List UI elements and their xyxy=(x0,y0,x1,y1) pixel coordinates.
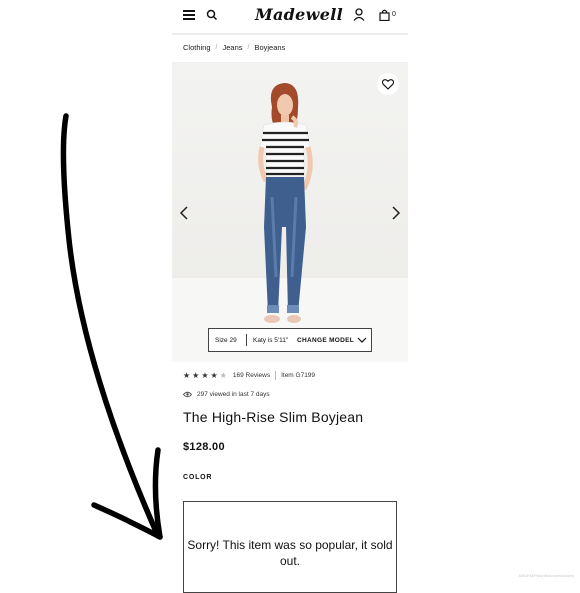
previous-image-icon[interactable] xyxy=(178,205,190,221)
model-size: Size 29 xyxy=(215,336,237,344)
breadcrumb-separator: / xyxy=(215,44,218,51)
change-model-selector[interactable]: Size 29 Katy is 5'11" CHANGE MODEL xyxy=(208,328,372,352)
star-filled-icon: ★ xyxy=(183,370,191,380)
bag-count: 0 xyxy=(392,11,396,18)
star-empty-icon: ★ xyxy=(219,370,227,380)
review-count[interactable]: 169 Reviews xyxy=(233,372,270,379)
viewed-count: 297 viewed in last 7 days xyxy=(197,391,270,398)
color-label: COLOR xyxy=(183,474,213,481)
viewed-count-row: 297 viewed in last 7 days xyxy=(183,391,270,398)
product-image-gallery[interactable]: Size 29 Katy is 5'11" CHANGE MODEL xyxy=(172,63,408,362)
wishlist-heart-icon[interactable] xyxy=(377,73,399,95)
model-photo xyxy=(258,83,313,323)
next-image-icon[interactable] xyxy=(390,205,402,221)
rating-row: ★ ★ ★ ★ ★ 169 Reviews Item G7199 xyxy=(183,371,315,380)
star-rating[interactable]: ★ ★ ★ ★ ★ xyxy=(183,370,227,380)
breadcrumb-separator: / xyxy=(247,44,250,51)
change-model-label[interactable]: CHANGE MODEL xyxy=(297,337,357,344)
top-navigation-bar: Madewell 0 xyxy=(172,0,408,34)
mobile-page: Madewell 0 Clothing / Jeans / Boyjeans S… xyxy=(172,0,408,593)
bag-icon[interactable] xyxy=(379,9,390,21)
product-price: $128.00 xyxy=(183,441,225,453)
sold-out-notice: Sorry! This item was so popular, it sold… xyxy=(183,501,397,593)
breadcrumb-clothing[interactable]: Clothing xyxy=(183,43,211,52)
sold-out-message: Sorry! This item was so popular, it sold… xyxy=(187,538,393,568)
item-number: Item G7199 xyxy=(281,372,316,379)
breadcrumb-boyjeans[interactable]: Boyjeans xyxy=(254,43,285,52)
header-divider xyxy=(172,33,408,35)
menu-icon[interactable] xyxy=(183,10,195,20)
chevron-down-icon[interactable] xyxy=(357,336,367,344)
star-filled-icon: ★ xyxy=(201,370,209,380)
rating-divider xyxy=(275,371,277,380)
model-height: Katy is 5'11" xyxy=(253,336,289,344)
breadcrumb-jeans[interactable]: Jeans xyxy=(222,43,242,52)
user-icon[interactable] xyxy=(353,8,365,21)
search-icon[interactable] xyxy=(206,9,218,21)
star-filled-icon: ★ xyxy=(210,370,218,380)
image-watermark: ARDEM/Flickr/flickr.com/ardem xyxy=(518,573,574,578)
star-filled-icon: ★ xyxy=(192,370,200,380)
brand-logo[interactable]: Madewell xyxy=(255,5,343,24)
breadcrumb: Clothing / Jeans / Boyjeans xyxy=(183,43,285,52)
product-title: The High-Rise Slim Boyjean xyxy=(183,409,364,425)
eye-icon xyxy=(183,391,192,398)
